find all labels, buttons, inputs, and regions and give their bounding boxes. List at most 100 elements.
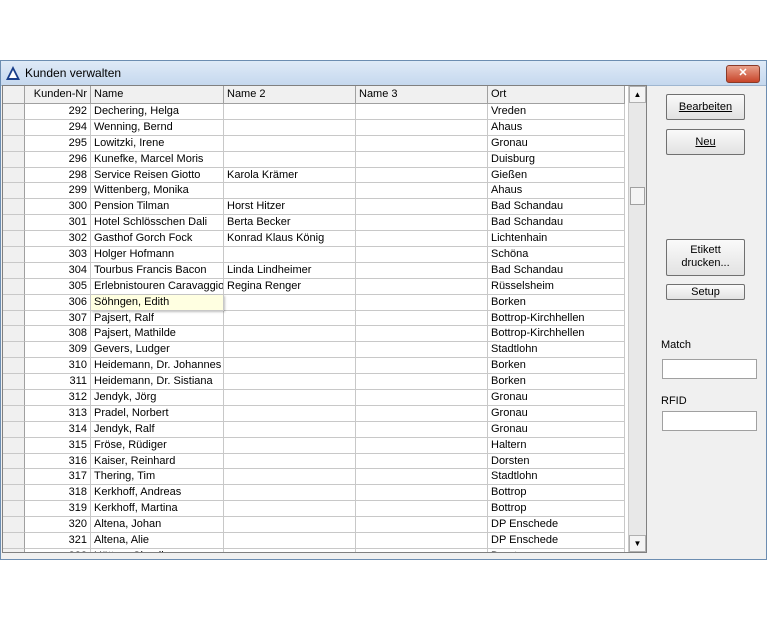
- table-row[interactable]: 321 Altena, Alie DP Enschede: [3, 533, 625, 549]
- row-selector[interactable]: [3, 533, 25, 549]
- cell-name2[interactable]: [224, 517, 356, 534]
- cell-name2[interactable]: [224, 437, 356, 454]
- cell-name2[interactable]: [224, 119, 356, 136]
- scroll-up-icon[interactable]: ▲: [629, 86, 646, 103]
- cell-kunden-nr[interactable]: 322: [25, 548, 91, 552]
- cell-name2[interactable]: [224, 374, 356, 391]
- cell-ort[interactable]: Bad Schandau: [488, 199, 625, 216]
- cell-name3[interactable]: [356, 342, 488, 359]
- cell-name3[interactable]: [356, 135, 488, 152]
- cell-name2[interactable]: Linda Lindheimer: [224, 262, 356, 279]
- table-row[interactable]: 300 Pension Tilman Horst Hitzer Bad Schanda…: [3, 199, 625, 216]
- table-row[interactable]: 315 Fröse, Rüdiger Haltern: [3, 437, 625, 454]
- cell-kunden-nr[interactable]: 317: [25, 469, 91, 486]
- table-row[interactable]: 304 Tourbus Francis Bacon Linda Lindheimer…: [3, 262, 625, 279]
- cell-name[interactable]: Heidemann, Dr. Sistiana: [91, 374, 224, 391]
- cell-kunden-nr[interactable]: 311: [25, 374, 91, 391]
- cell-name3[interactable]: [356, 533, 488, 549]
- cell-name[interactable]: Holger Hofmann: [91, 247, 224, 263]
- cell-name2[interactable]: [224, 421, 356, 438]
- cell-ort[interactable]: Gießen: [488, 167, 625, 184]
- rfid-input[interactable]: [662, 411, 757, 431]
- table-row[interactable]: 301 Hotel Schlösschen Dali Berta Becker Bad…: [3, 215, 625, 232]
- cell-name3[interactable]: [356, 183, 488, 200]
- cell-kunden-nr[interactable]: 298: [25, 167, 91, 184]
- cell-kunden-nr[interactable]: 304: [25, 262, 91, 279]
- table-row[interactable]: 305 Erlebnistouren Caravaggio Regina Renge…: [3, 278, 625, 295]
- cell-ort[interactable]: DP Enschede: [488, 517, 625, 534]
- row-selector[interactable]: [3, 501, 25, 518]
- column-header-name[interactable]: Name: [91, 86, 224, 104]
- cell-name3[interactable]: [356, 453, 488, 470]
- row-selector[interactable]: [3, 453, 25, 470]
- cell-name3[interactable]: [356, 215, 488, 232]
- cell-kunden-nr[interactable]: 300: [25, 199, 91, 216]
- cell-ort[interactable]: Dorsten: [488, 453, 625, 470]
- cell-name2[interactable]: [224, 485, 356, 502]
- cell-name[interactable]: Altena, Johan: [91, 517, 224, 534]
- cell-name[interactable]: Kerkhoff, Andreas: [91, 485, 224, 502]
- table-row[interactable]: 306 Söhngen, Edith Borken: [3, 294, 625, 311]
- cell-name2[interactable]: [224, 151, 356, 168]
- cell-kunden-nr[interactable]: 313: [25, 405, 91, 422]
- cell-name3[interactable]: [356, 104, 488, 120]
- cell-kunden-nr[interactable]: 303: [25, 247, 91, 263]
- cell-kunden-nr[interactable]: 320: [25, 517, 91, 534]
- cell-kunden-nr[interactable]: 295: [25, 135, 91, 152]
- cell-name3[interactable]: [356, 517, 488, 534]
- cell-name3[interactable]: [356, 374, 488, 391]
- row-selector[interactable]: [3, 167, 25, 184]
- cell-name[interactable]: Jendyk, Jörg: [91, 390, 224, 406]
- cell-name2[interactable]: [224, 104, 356, 120]
- table-row[interactable]: 302 Gasthof Gorch Fock Konrad Klaus König L…: [3, 231, 625, 248]
- cell-ort[interactable]: Ahaus: [488, 183, 625, 200]
- cell-ort[interactable]: Gronau: [488, 405, 625, 422]
- table-row[interactable]: 295 Lowitzki, Irene Gronau: [3, 135, 625, 152]
- table-row[interactable]: 322Hütten, Claudia Dorsten: [3, 548, 625, 552]
- cell-kunden-nr[interactable]: 321: [25, 533, 91, 549]
- table-row[interactable]: 308 Pajsert, Mathilde Bottrop-Kirchhellen: [3, 326, 625, 343]
- cell-ort[interactable]: Stadtlohn: [488, 469, 625, 486]
- cell-ort[interactable]: Dorsten: [488, 548, 625, 552]
- row-selector[interactable]: [3, 215, 25, 232]
- cell-name[interactable]: Wittenberg, Monika: [91, 183, 224, 200]
- row-selector[interactable]: [3, 151, 25, 168]
- cell-ort[interactable]: Gronau: [488, 390, 625, 406]
- row-selector[interactable]: [3, 310, 25, 327]
- row-selector[interactable]: [3, 358, 25, 375]
- table-row[interactable]: 314 Jendyk, Ralf Gronau: [3, 421, 625, 438]
- scroll-down-icon[interactable]: ▼: [629, 535, 646, 552]
- row-selector[interactable]: [3, 199, 25, 216]
- cell-name3[interactable]: [356, 548, 488, 552]
- table-row[interactable]: 292 Dechering, Helga Vreden: [3, 104, 625, 120]
- cell-kunden-nr[interactable]: 316: [25, 453, 91, 470]
- cell-name2[interactable]: Berta Becker: [224, 215, 356, 232]
- cell-ort[interactable]: Bottrop-Kirchhellen: [488, 310, 625, 327]
- cell-name[interactable]: Pajsert, Ralf: [91, 310, 224, 327]
- cell-ort[interactable]: Bad Schandau: [488, 215, 625, 232]
- row-selector[interactable]: [3, 548, 25, 552]
- cell-name3[interactable]: [356, 485, 488, 502]
- cell-name[interactable]: Heidemann, Dr. Johannes: [91, 358, 224, 375]
- table-row[interactable]: 303 Holger Hofmann Schöna: [3, 247, 625, 263]
- cell-ort[interactable]: Haltern: [488, 437, 625, 454]
- cell-name3[interactable]: [356, 390, 488, 406]
- table-row[interactable]: 310 Heidemann, Dr. Johannes Borken: [3, 358, 625, 375]
- cell-name2[interactable]: Horst Hitzer: [224, 199, 356, 216]
- table-row[interactable]: 313 Pradel, Norbert Gronau: [3, 405, 625, 422]
- cell-kunden-nr[interactable]: 312: [25, 390, 91, 406]
- cell-kunden-nr[interactable]: 319: [25, 501, 91, 518]
- cell-name[interactable]: Altena, Alie: [91, 533, 224, 549]
- cell-kunden-nr[interactable]: 292: [25, 104, 91, 120]
- column-header-ort[interactable]: Ort: [488, 86, 625, 104]
- cell-name2[interactable]: [224, 183, 356, 200]
- cell-name2[interactable]: [224, 453, 356, 470]
- row-selector[interactable]: [3, 231, 25, 248]
- table-row[interactable]: 296 Kunefke, Marcel Moris Duisburg: [3, 151, 625, 168]
- new-button[interactable]: Neu: [666, 129, 745, 155]
- cell-name2[interactable]: [224, 135, 356, 152]
- row-selector[interactable]: [3, 374, 25, 391]
- cell-ort[interactable]: Vreden: [488, 104, 625, 120]
- cell-kunden-nr[interactable]: 296: [25, 151, 91, 168]
- cell-name2[interactable]: [224, 294, 356, 311]
